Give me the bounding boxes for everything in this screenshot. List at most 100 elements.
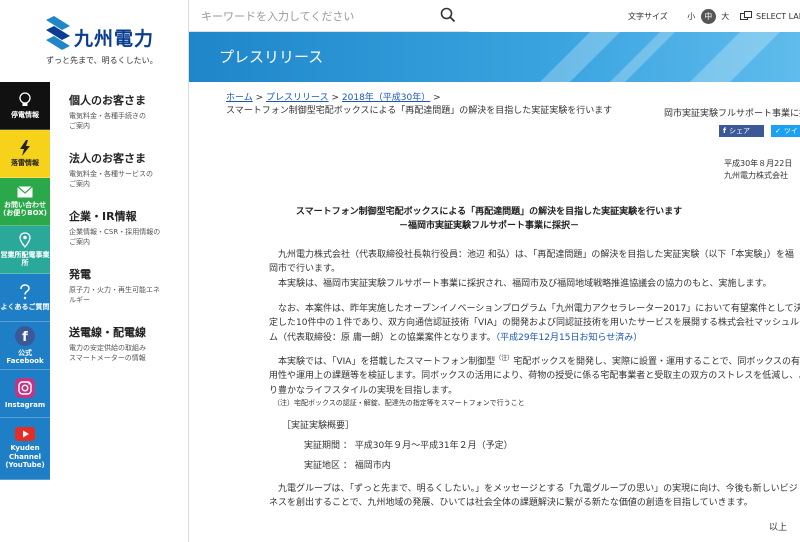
brand-tagline: ずっと先まで、明るくしたい。: [46, 56, 158, 65]
announcement-link[interactable]: （平成29年12月15日お知らせ済み）: [496, 333, 643, 343]
twitter-share-label: ツイ: [783, 127, 798, 135]
experiment-area: 実証地区 ： 福岡市内: [304, 461, 391, 471]
breadcrumb-sep: >: [331, 93, 340, 103]
nav-transmission-sub2: スマートメーターの情報: [69, 353, 146, 362]
breadcrumb-sep: >: [433, 93, 441, 103]
translate-icon: [740, 11, 752, 20]
icon-nav: 停電情報 落雷情報 お問い合わせ(お便りBOX) 営業所配電事業所 よくあるご質…: [0, 82, 50, 542]
youtube-icon: [15, 427, 35, 442]
text-nav: 個人のお客さま 電気料金・各種手続きの ご案内 法人のお客さま 電気料金・各種サ…: [50, 82, 189, 542]
paragraph-4-line-2: 用性や運用上の課題等を検証します。同ボックスの活用により、荷物の授受に係る宅配事…: [269, 371, 800, 382]
paragraph-1-line-2: 岡市で行います。: [269, 264, 341, 275]
nav-personal-sub2: ご案内: [69, 121, 90, 130]
nav-offices-label: 営業所配電事業所: [0, 250, 50, 267]
location-icon: [19, 231, 31, 248]
nav-faq-label: よくあるご質問: [0, 302, 50, 311]
nav-generation[interactable]: 発電 原子力・火力・再生可能エネ ルギー: [50, 256, 188, 314]
article-subtitle: －福岡市実証実験フルサポート事業に採択－: [398, 220, 579, 231]
article-title-block: スマートフォン制御型宅配ボックスによる「再配達問題」の解決を目指した実証実験を行…: [229, 206, 749, 233]
search-button[interactable]: [437, 5, 459, 27]
nav-personal-sub1: 電気料金・各種手続きの: [69, 112, 146, 120]
nav-company-ir-title: 企業・IR情報: [69, 210, 137, 223]
font-size-small[interactable]: 小: [684, 9, 699, 24]
breadcrumb-home[interactable]: ホーム: [226, 93, 253, 103]
nav-transmission-title: 送電線・配電線: [69, 326, 146, 339]
release-company: 九州電力株式会社: [724, 171, 788, 180]
experiment-period: 実証期間 ： 平成30年９月～平成31年２月（予定）: [304, 441, 513, 451]
breadcrumb-press[interactable]: プレスリリース: [266, 93, 329, 103]
nav-facebook-label: 公式Facebook: [6, 348, 44, 365]
nav-corporate-title: 法人のお客さま: [69, 152, 146, 165]
paragraph-4-line-1: 本実験では、「VIA」を搭載したスマートフォン制御型（注）宅配ボックスを開発し、…: [269, 354, 800, 369]
nav-generation-title: 発電: [69, 268, 91, 281]
nav-corporate-sub1: 電気料金・各種サービスの: [69, 170, 153, 178]
search-icon: [440, 7, 456, 22]
language-label: SELECT LANG: [756, 11, 800, 21]
release-date-block: 平成30年８月22日 九州電力株式会社: [724, 158, 792, 182]
nav-personal-title: 個人のお客さま: [69, 94, 146, 107]
nav-youtube-label: Kyuden Channel (YouTube): [5, 444, 45, 470]
nav-lightning-info[interactable]: 落雷情報: [0, 130, 50, 178]
nav-personal[interactable]: 個人のお客さま 電気料金・各種手続きの ご案内: [50, 82, 188, 140]
nav-instagram[interactable]: Instagram: [0, 370, 50, 418]
overview-heading: ［実証実験概要］: [282, 421, 355, 431]
language-selector[interactable]: SELECT LANG: [740, 6, 800, 26]
paragraph-3-line-1: なお、本案件は、昨年実施したオープンイノベーションプログラム「九州電力アクセラレ…: [278, 304, 800, 314]
question-icon: [20, 284, 30, 299]
twitter-small-icon: ✓: [775, 127, 781, 135]
nav-company-ir-sub2: ご案内: [69, 237, 90, 246]
footnote: （注）宅配ボックスの認証・解錠、配達先の指定等をスマートフォンで行うこと: [273, 399, 525, 407]
paragraph-3-line-2: 定した10件中の１件であり、双方向通信認証技術「VIA」の開発および同認証技術を…: [269, 318, 800, 329]
font-size-medium[interactable]: 中: [700, 8, 716, 24]
nav-lightning-label: 落雷情報: [11, 158, 39, 167]
logo-area[interactable]: 九州電力 ずっと先まで、明るくしたい。: [0, 0, 189, 82]
paragraph-3-line-3-text: ム（代表取締役：原 庸一朗）との協業案件となります。: [269, 332, 496, 343]
nav-generation-sub2: ルギー: [69, 295, 90, 304]
article-title: スマートフォン制御型宅配ボックスによる「再配達問題」の解決を目指した実証実験を行…: [295, 207, 683, 217]
twitter-share-button[interactable]: ✓ ツイ: [771, 125, 800, 137]
main-content: ホーム > プレスリリース > 2018年（平成30年） > スマートフォン制御…: [189, 82, 800, 542]
breadcrumb-year[interactable]: 2018年（平成30年）: [342, 93, 430, 103]
lightbulb-icon: [19, 92, 31, 106]
paragraph-5: 九電グループは、「ずっと先まで、明るくしたい。」をメッセージとする「九電グループ…: [269, 482, 798, 511]
nav-facebook[interactable]: f 公式Facebook: [0, 322, 50, 370]
breadcrumb-current-cont: 岡市実証実験フルサポート事業に採: [664, 109, 800, 119]
nav-faq[interactable]: よくあるご質問: [0, 274, 50, 322]
lightning-icon: [20, 139, 30, 156]
nav-transmission[interactable]: 送電線・配電線 電力の安定供給の取組み スマートメーターの情報: [50, 314, 188, 372]
search-input[interactable]: [201, 6, 431, 26]
paragraph-2: 本実験は、福岡市実証実験フルサポート事業に採択され、福岡市及び福岡地域戦略推進協…: [278, 278, 772, 289]
nav-generation-sub1: 原子力・火力・再生可能エネ: [69, 286, 160, 294]
paragraph-5-line-1: 九電グループは、「ずっと先まで、明るくしたい。」をメッセージとする「九電グループ…: [278, 484, 798, 494]
search-bar: [189, 0, 469, 32]
nav-company-ir-sub1: 企業情報・CSR・採用情報の: [69, 228, 161, 236]
page-title: プレスリリース: [219, 48, 324, 66]
nav-outage-info[interactable]: 停電情報: [0, 82, 50, 130]
page-banner: プレスリリース: [189, 32, 800, 82]
font-size-label: 文字サイズ: [628, 11, 668, 21]
end-mark: 以上: [769, 523, 788, 533]
nav-corporate[interactable]: 法人のお客さま 電気料金・各種サービスの ご案内: [50, 140, 188, 198]
nav-contact[interactable]: お問い合わせ(お便りBOX): [0, 178, 50, 226]
mail-icon: [17, 185, 33, 198]
paragraph-4-text-b: 宅配ボックスを開発し、実際に設置・運用することで、同ボックスの有: [513, 357, 800, 367]
nav-instagram-label: Instagram: [4, 400, 46, 409]
nav-offices[interactable]: 営業所配電事業所: [0, 226, 50, 274]
svg-text:f: f: [22, 330, 28, 345]
facebook-share-label: シェア: [729, 127, 751, 135]
nav-corporate-sub2: ご案内: [69, 179, 90, 188]
nav-transmission-sub1: 電力の安定供給の取組み: [69, 344, 146, 352]
instagram-icon: [15, 377, 35, 398]
paragraph-1: 九州電力株式会社（代表取締役社長執行役員：池辺 和弘）は、「再配達問題」の解決を…: [269, 248, 794, 291]
footnote-marker: （注）: [495, 355, 514, 362]
font-size-control: 文字サイズ 小 中 大: [628, 6, 735, 26]
nav-youtube[interactable]: Kyuden Channel (YouTube): [0, 418, 50, 480]
release-date: 平成30年８月22日: [724, 159, 793, 168]
paragraph-5-line-2: ネスを創出することで、九州地域の発展、ひいては社会全体の課題解決に繋がる新たな価…: [269, 498, 753, 509]
breadcrumb-sep: >: [255, 93, 264, 103]
facebook-share-button[interactable]: f シェア: [719, 125, 764, 137]
facebook-icon: f: [15, 325, 35, 346]
facebook-small-icon: f: [723, 127, 727, 135]
nav-company-ir[interactable]: 企業・IR情報 企業情報・CSR・採用情報の ご案内: [50, 198, 188, 256]
font-size-large[interactable]: 大: [718, 9, 733, 24]
